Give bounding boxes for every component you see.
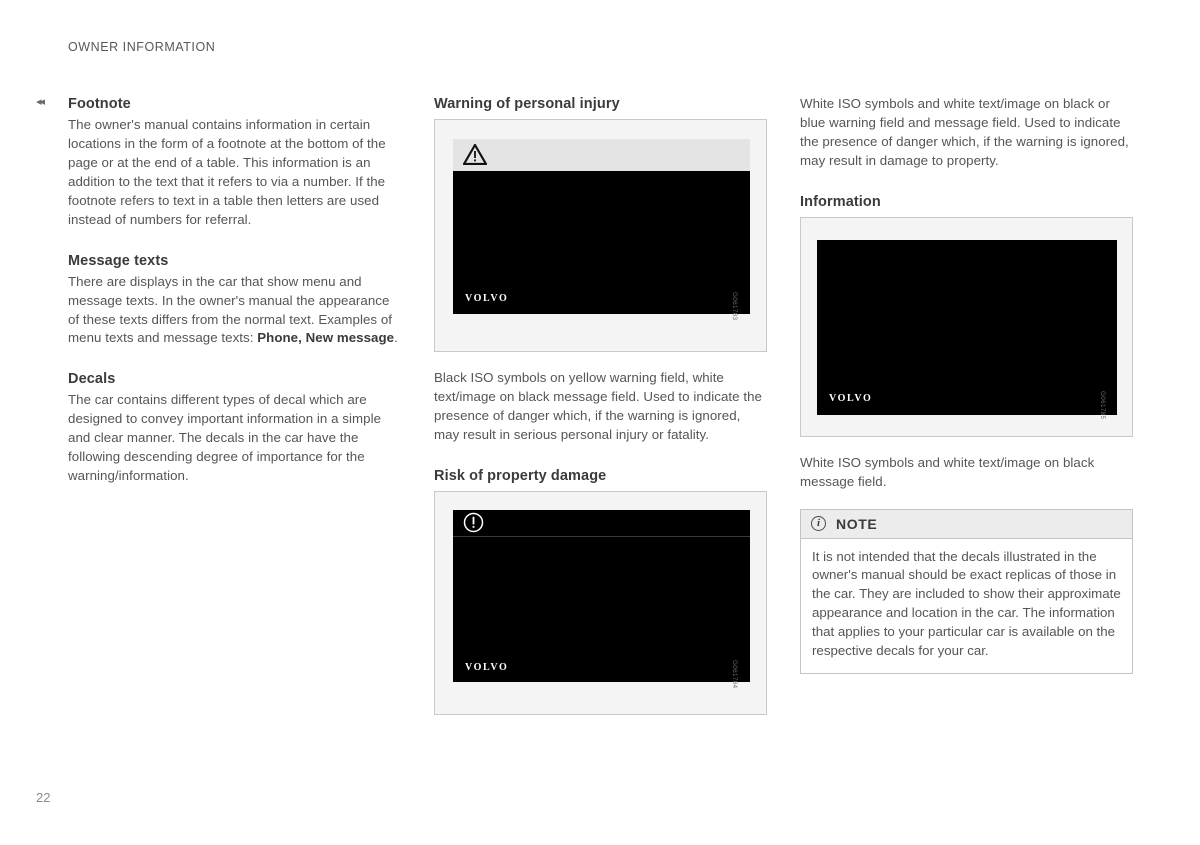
paragraph-footnote: The owner's manual contains information … [68, 117, 386, 227]
manual-page: OWNER INFORMATION ◂◂ 22 Footnote The own… [0, 0, 1200, 845]
running-header-title: OWNER INFORMATION [68, 40, 216, 54]
exclamation-circle-icon [463, 512, 484, 533]
figure-risk-property-damage: VOLVO G061784 [434, 490, 767, 715]
volvo-wordmark: VOLVO [829, 392, 873, 404]
caption-white-iso-warning-field: White ISO symbols and white text/image o… [800, 96, 1129, 168]
heading-message-texts: Message texts [68, 252, 169, 269]
decal-warning-band [453, 139, 750, 172]
paragraph-message-texts-tail: . [394, 330, 398, 346]
decal-warning-personal-injury: VOLVO [453, 139, 750, 315]
heading-risk-property-damage: Risk of property damage [434, 467, 607, 484]
figure-image-code: G061784 [731, 659, 738, 689]
page-number: 22 [36, 790, 51, 805]
paragraph-decals: The car contains different types of deca… [68, 392, 382, 484]
volvo-wordmark: VOLVO [465, 661, 509, 673]
column-middle: Warning of personal injury VOLVO G061783… [434, 95, 767, 715]
note-body: It is not intended that the decals illus… [801, 538, 1132, 673]
decal-information: VOLVO [817, 239, 1117, 415]
heading-footnote: Footnote [68, 96, 131, 112]
figure-information: VOLVO G061785 [800, 216, 1133, 437]
note-header: i NOTE [801, 509, 1132, 539]
caption-white-iso-message-field: White ISO symbols and white text/image o… [800, 454, 1095, 489]
figure-image-code: G061785 [1099, 390, 1106, 420]
heading-information: Information [800, 193, 881, 210]
figure-warning-personal-injury: VOLVO G061783 [434, 119, 767, 353]
note-callout-box: i NOTE It is not intended that the decal… [800, 508, 1133, 674]
caption-warning-personal-injury: Black ISO symbols on yellow warning fiel… [434, 370, 762, 442]
info-circle-icon: i [811, 516, 826, 532]
paragraph-message-texts: There are displays in the car that show … [68, 273, 400, 349]
volvo-wordmark: VOLVO [465, 293, 509, 305]
column-left: Footnote The owner's manual contains inf… [68, 95, 400, 486]
decal-message-band [453, 509, 750, 537]
continuation-arrow-icon: ◂◂ [36, 96, 45, 108]
note-text: It is not intended that the decals illus… [812, 548, 1121, 659]
heading-warning-personal-injury: Warning of personal injury [434, 96, 620, 112]
warning-triangle-icon [463, 144, 487, 166]
heading-decals: Decals [68, 371, 116, 388]
note-title: NOTE [836, 515, 878, 532]
decal-risk-property-damage: VOLVO [453, 509, 750, 682]
column-right: White ISO symbols and white text/image o… [800, 95, 1133, 674]
figure-image-code: G061783 [731, 292, 738, 321]
menu-text-example: Phone, New message [257, 330, 395, 346]
